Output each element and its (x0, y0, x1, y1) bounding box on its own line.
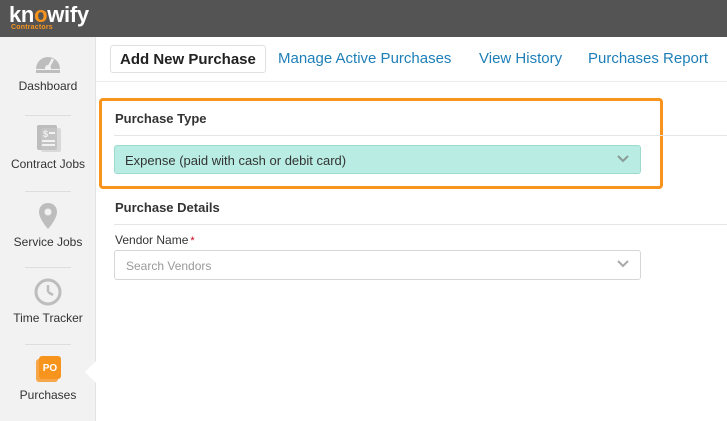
sidebar-divider (25, 344, 71, 345)
sidebar-item-label: Service Jobs (13, 235, 83, 249)
sidebar-item-label: Dashboard (18, 79, 78, 93)
sidebar-item-label: Time Tracker (13, 311, 83, 325)
vendor-search-select[interactable]: Search Vendors (114, 250, 641, 280)
sidebar-item-service-jobs[interactable]: Service Jobs (0, 201, 96, 249)
tab-view-history[interactable]: View History (479, 45, 562, 73)
vendor-search-placeholder: Search Vendors (126, 259, 212, 273)
svg-text:$: $ (43, 129, 48, 139)
sidebar-item-time-tracker[interactable]: Time Tracker (0, 277, 96, 325)
speedometer-icon (36, 57, 60, 73)
purchase-details-title: Purchase Details (115, 200, 220, 215)
sidebar-item-label: Contract Jobs (10, 157, 86, 171)
purchase-type-select[interactable]: Expense (paid with cash or debit card) (114, 145, 641, 174)
purchase-order-icon-text: PO (43, 363, 58, 374)
sidebar-item-contract-jobs[interactable]: $ Contract Jobs (0, 123, 96, 171)
sidebar-item-label: Purchases (19, 388, 77, 402)
knowify-logo[interactable]: knowify Contractors (9, 2, 89, 32)
contract-document-icon: $ (37, 125, 61, 152)
logo-wordmark: knowify (9, 2, 89, 27)
required-marker: * (190, 235, 195, 247)
chevron-down-icon (617, 155, 629, 163)
purchase-order-icon: PO (36, 356, 61, 382)
map-pin-icon (39, 203, 57, 229)
clock-icon (34, 278, 62, 306)
tab-add-new-purchase[interactable]: Add New Purchase (110, 45, 266, 73)
sidebar-divider (25, 267, 71, 268)
tab-manage-active-purchases[interactable]: Manage Active Purchases (278, 45, 451, 73)
purchase-details-rule (114, 224, 727, 225)
active-item-indicator (85, 361, 96, 383)
sidebar-item-dashboard[interactable]: Dashboard (0, 47, 96, 93)
top-bar: knowify Contractors (0, 0, 727, 37)
logo-subtitle: Contractors (11, 24, 53, 31)
sidebar-item-purchases[interactable]: PO Purchases (0, 354, 96, 402)
purchase-type-selected-value: Expense (paid with cash or debit card) (125, 153, 347, 168)
sidebar: Dashboard $ Contract Jobs Service Jobs T… (0, 37, 96, 421)
sidebar-divider (25, 191, 71, 192)
chevron-down-icon (617, 260, 629, 268)
tabs-divider (96, 81, 727, 82)
purchase-type-rule (114, 135, 727, 136)
tab-purchases-report[interactable]: Purchases Report (588, 45, 708, 73)
purchase-type-title: Purchase Type (115, 111, 207, 126)
vendor-name-label: Vendor Name * (115, 233, 195, 247)
sidebar-divider (25, 115, 71, 116)
